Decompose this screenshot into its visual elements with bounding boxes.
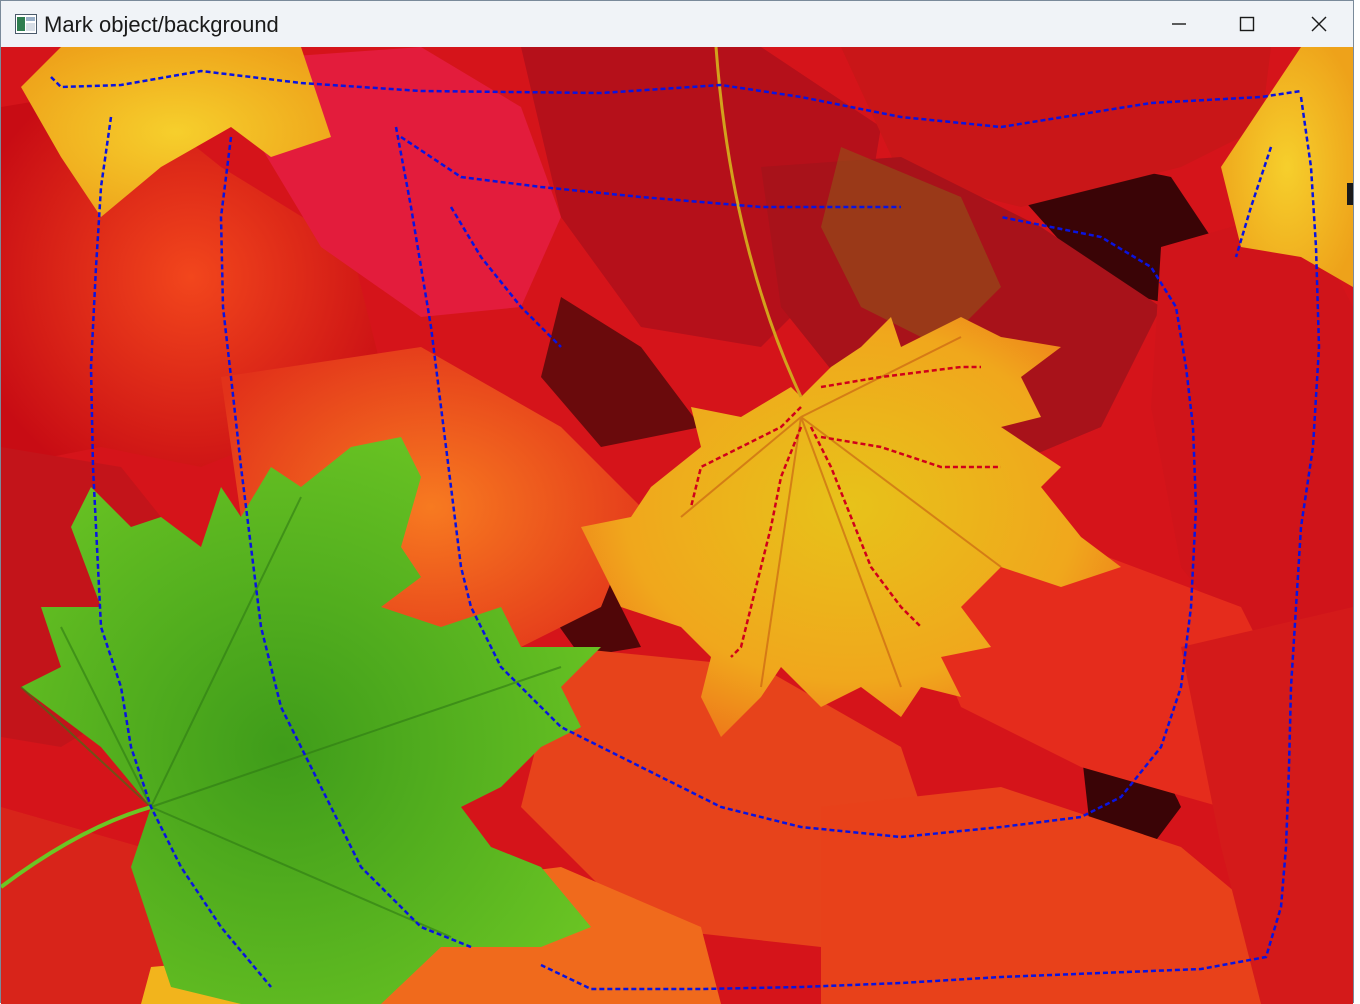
- maximize-icon: [1239, 16, 1255, 32]
- close-icon: [1311, 16, 1327, 32]
- app-window: Mark object/background: [0, 0, 1354, 1004]
- leaves-image[interactable]: [1, 47, 1353, 1004]
- maximize-button[interactable]: [1213, 1, 1281, 47]
- title-bar[interactable]: Mark object/background: [1, 1, 1353, 47]
- app-icon: [15, 14, 37, 34]
- resize-handle[interactable]: [1347, 183, 1353, 205]
- minimize-icon: [1172, 23, 1186, 25]
- image-canvas[interactable]: [1, 47, 1353, 1004]
- window-title: Mark object/background: [44, 12, 279, 37]
- minimize-button[interactable]: [1145, 1, 1213, 47]
- close-button[interactable]: [1285, 1, 1353, 47]
